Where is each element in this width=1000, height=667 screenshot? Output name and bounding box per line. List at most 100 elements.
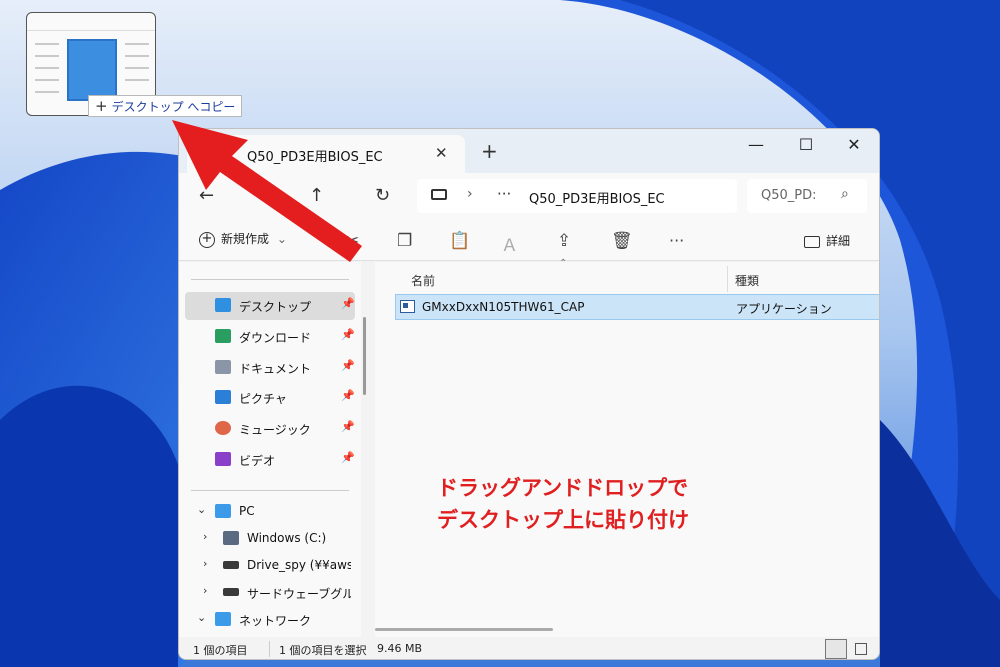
sidebar-item-label: Windows (C:) [247, 531, 327, 545]
sidebar-item-label: サードウェーブグループ (¥ [247, 587, 351, 601]
sidebar-item-desktop[interactable]: デスクトップ 📌 [185, 292, 355, 320]
breadcrumb-overflow-button[interactable]: ··· [497, 185, 511, 203]
sidebar-item-videos[interactable]: ビデオ 📌 [185, 446, 355, 474]
column-header-name[interactable]: 名前 [411, 272, 435, 289]
paste-icon[interactable]: 📋 [449, 231, 470, 251]
search-input[interactable]: Q50_PD: ⌕ [747, 179, 867, 213]
details-pane-button[interactable]: 詳細 [804, 232, 850, 249]
sidebar-item-label: ピクチャ [239, 392, 287, 406]
forward-button[interactable]: → [255, 185, 270, 206]
pin-icon: 📌 [341, 389, 355, 402]
column-header-type[interactable]: 種類 [735, 272, 759, 289]
file-list-pane: ⌃ 名前 種類 GMxxDxxN105THW61_CAP アプリケーション ドラ… [375, 258, 879, 637]
more-options-button[interactable]: ··· [669, 231, 684, 250]
up-button[interactable]: ↑ [309, 185, 324, 206]
sidebar-item-downloads[interactable]: ダウンロード 📌 [185, 323, 355, 351]
download-icon [215, 329, 231, 343]
table-row[interactable]: GMxxDxxN105THW61_CAP アプリケーション [395, 294, 879, 320]
details-pane-icon [804, 235, 820, 248]
status-bar: 1 個の項目 1 個の項目を選択 9.46 MB [179, 637, 879, 659]
details-view-button[interactable] [825, 639, 847, 659]
pin-icon: 📌 [341, 297, 355, 310]
share-icon[interactable]: ⇪ [557, 231, 571, 251]
pin-icon: 📌 [341, 328, 355, 341]
new-item-label: 新規作成 [221, 232, 270, 246]
sidebar-item-label: PC [239, 504, 255, 518]
folder-icon [199, 147, 219, 162]
breadcrumb-current[interactable]: Q50_PD3E用BIOS_EC [529, 188, 665, 207]
delete-icon[interactable]: 🗑 [611, 231, 633, 251]
new-tab-button[interactable]: + [481, 139, 498, 163]
chevron-right-icon[interactable]: › [203, 584, 207, 597]
sidebar-item-pictures[interactable]: ピクチャ 📌 [185, 384, 355, 412]
sort-ascending-icon: ⌃ [559, 258, 568, 269]
command-bar: + 新規作成 ⌄ ✂ ❐ 📋 Ａ ⇪ 🗑 ··· 詳細 [179, 221, 879, 261]
sidebar-item-pc[interactable]: ⌄ PC [185, 498, 355, 526]
annotation-line-2: デスクトップ上に貼り付け [437, 508, 689, 532]
sidebar-item-label: ドキュメント [239, 362, 312, 376]
address-input[interactable]: › ··· Q50_PD3E用BIOS_EC [417, 179, 737, 213]
pin-icon: 📌 [341, 359, 355, 372]
annotation-line-1: ドラッグアンドドロップで [437, 476, 689, 500]
column-divider[interactable] [727, 266, 728, 292]
details-label: 詳細 [826, 234, 851, 248]
tab-close-icon[interactable]: ✕ [435, 144, 448, 162]
chevron-down-icon[interactable]: ⌄ [197, 611, 206, 624]
divider [191, 279, 349, 280]
chevron-right-icon[interactable]: › [203, 557, 207, 570]
sidebar-item-label: ネットワーク [239, 614, 312, 628]
document-icon [215, 360, 231, 374]
sidebar-item-drive-spy[interactable]: › Drive_spy (¥¥aws-tw [185, 552, 355, 580]
chevron-down-icon[interactable]: ⌄ [197, 503, 206, 516]
application-icon [400, 300, 415, 313]
pc-icon [215, 504, 231, 518]
chevron-right-icon: › [467, 186, 473, 202]
sidebar-item-music[interactable]: ミュージック 📌 [185, 415, 355, 443]
search-placeholder: Q50_PD: [761, 188, 817, 203]
maximize-button[interactable]: ☐ [791, 135, 821, 154]
video-icon [215, 452, 231, 466]
network-drive-icon [223, 561, 239, 569]
drag-copy-tooltip: + デスクトップ へコピー [88, 95, 243, 117]
network-icon [215, 612, 231, 626]
sidebar-item-network[interactable]: ⌄ ネットワーク [185, 606, 355, 634]
network-drive-icon [223, 588, 239, 596]
minimize-button[interactable]: — [741, 135, 771, 154]
item-count: 1 個の項目 [193, 644, 248, 657]
close-button[interactable]: ✕ [839, 135, 869, 154]
sidebar-scrollbar[interactable] [363, 317, 366, 395]
pictures-icon [215, 390, 231, 404]
sidebar-item-drive-group[interactable]: › サードウェーブグループ (¥ [185, 579, 355, 607]
chevron-right-icon[interactable]: › [203, 530, 207, 543]
back-button[interactable]: ← [199, 185, 214, 206]
sidebar-item-label: Drive_spy (¥¥aws-tw [247, 558, 351, 572]
sidebar-item-documents[interactable]: ドキュメント 📌 [185, 354, 355, 382]
cut-icon[interactable]: ✂ [345, 231, 359, 251]
file-name: GMxxDxxN105THW61_CAP [422, 300, 585, 314]
file-explorer-window: Q50_PD3E用BIOS_EC ✕ + — ☐ ✕ ← → ↑ ↻ › ···… [178, 128, 880, 660]
divider [191, 490, 349, 491]
tiles-view-button[interactable] [855, 643, 867, 655]
sidebar-item-drive-c[interactable]: › Windows (C:) [185, 525, 355, 553]
music-icon [215, 421, 231, 435]
pin-icon: 📌 [341, 420, 355, 433]
desktop-icon [215, 298, 231, 312]
selection-count: 1 個の項目を選択 [279, 644, 367, 657]
horizontal-scrollbar[interactable] [375, 628, 553, 631]
sidebar-item-label: ミュージック [239, 423, 311, 437]
pc-icon [431, 189, 447, 200]
divider [269, 641, 270, 657]
drag-tooltip-label: デスクトップ へコピー [111, 100, 236, 114]
chevron-down-icon: ⌄ [276, 232, 287, 246]
copy-icon[interactable]: ❐ [397, 231, 412, 251]
rename-icon[interactable]: Ａ [501, 231, 518, 256]
tab-title: Q50_PD3E用BIOS_EC [247, 150, 383, 165]
title-bar[interactable]: Q50_PD3E用BIOS_EC ✕ + — ☐ ✕ [179, 129, 879, 173]
new-item-button[interactable]: + 新規作成 ⌄ [199, 230, 287, 248]
file-type: アプリケーション [736, 302, 832, 316]
instruction-annotation: ドラッグアンドドロップで デスクトップ上に貼り付け [437, 472, 689, 536]
drive-icon [223, 531, 239, 545]
selection-size: 9.46 MB [377, 642, 423, 655]
refresh-button[interactable]: ↻ [375, 185, 390, 206]
tab-current-folder[interactable]: Q50_PD3E用BIOS_EC ✕ [187, 135, 465, 173]
